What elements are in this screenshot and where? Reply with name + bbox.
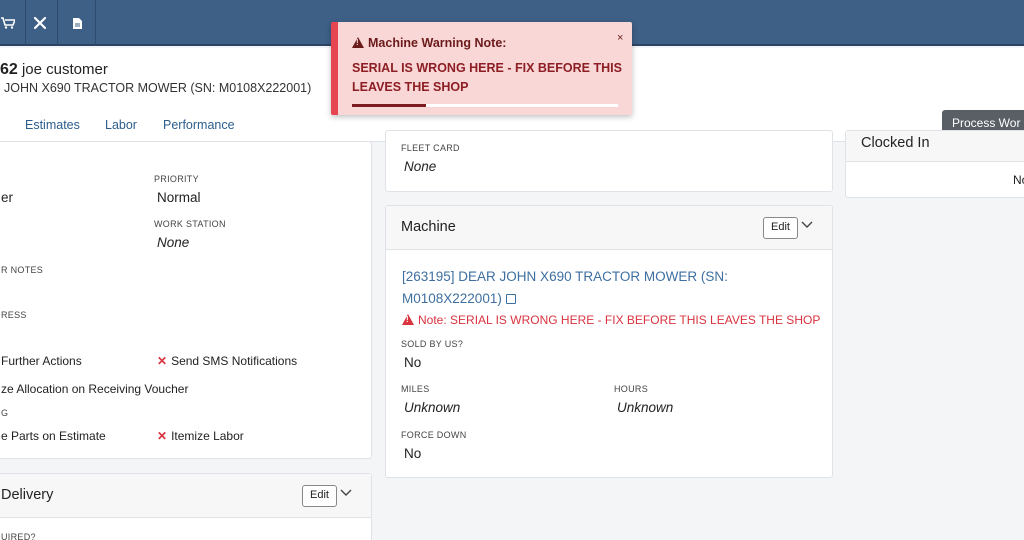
toast-progress-bar bbox=[352, 104, 618, 107]
close-icon[interactable]: × bbox=[617, 32, 623, 44]
priority-value: Normal bbox=[157, 190, 201, 205]
delivery-card: Delivery Edit UIRED? bbox=[0, 473, 372, 540]
details-card: er PRIORITY Normal WORK STATION None R N… bbox=[0, 141, 372, 459]
clocked-in-header: Clocked In bbox=[846, 131, 1024, 162]
machine-subtitle: JOHN X690 TRACTOR MOWER (SN: M0108X22200… bbox=[4, 81, 312, 95]
fleet-card-label: FLEET CARD bbox=[401, 143, 460, 153]
wo-number: 62 bbox=[0, 61, 18, 78]
fleet-card: FLEET CARD None bbox=[385, 130, 833, 192]
hours-value: Unknown bbox=[617, 400, 674, 415]
clocked-in-card: Clocked In No bbox=[845, 130, 1024, 198]
itemize-labor-option: ✕ Itemize Labor bbox=[157, 429, 244, 443]
work-station-value: None bbox=[157, 235, 190, 250]
force-down-value: No bbox=[404, 446, 422, 461]
x-icon: ✕ bbox=[157, 354, 168, 368]
address-label: RESS bbox=[1, 310, 27, 320]
hours-label: HOURS bbox=[614, 384, 649, 394]
x-icon: ✕ bbox=[157, 429, 168, 443]
fleet-card-value: None bbox=[404, 159, 437, 174]
clocked-in-value: No bbox=[1013, 173, 1024, 187]
chevron-down-icon[interactable] bbox=[801, 218, 815, 232]
machine-edit-button[interactable]: Edit bbox=[763, 217, 798, 239]
sold-by-us-value: No bbox=[404, 355, 422, 370]
machine-card: Machine Edit [263195] DEAR JOHN X690 TRA… bbox=[385, 205, 833, 478]
miles-label: MILES bbox=[401, 384, 430, 394]
send-sms-option: ✕ Send SMS Notifications bbox=[157, 354, 298, 368]
detail-left-value: er bbox=[1, 190, 14, 205]
delivery-title: Delivery bbox=[1, 487, 54, 503]
required-label: UIRED? bbox=[1, 532, 36, 540]
delivery-card-header: Delivery Edit bbox=[0, 474, 371, 518]
further-actions-option: Further Actions bbox=[1, 354, 82, 368]
allocation-option: ze Allocation on Receiving Voucher bbox=[1, 382, 189, 396]
clocked-in-title: Clocked In bbox=[861, 135, 930, 151]
warning-icon bbox=[402, 314, 414, 325]
tab-performance[interactable]: Performance bbox=[163, 118, 235, 132]
document-icon[interactable] bbox=[60, 0, 96, 46]
delivery-edit-button[interactable]: Edit bbox=[302, 485, 337, 507]
chevron-down-icon[interactable] bbox=[340, 486, 354, 500]
page-title: 62 joe customer bbox=[0, 61, 108, 79]
toast-title: Machine Warning Note: bbox=[352, 36, 506, 50]
priority-label: PRIORITY bbox=[154, 174, 199, 184]
machine-link[interactable]: [263195] DEAR JOHN X690 TRACTOR MOWER (S… bbox=[402, 266, 782, 310]
machine-note: Note: SERIAL IS WRONG HERE - FIX BEFORE … bbox=[402, 313, 820, 327]
sold-by-us-label: SOLD BY US? bbox=[401, 339, 464, 349]
force-down-label: FORCE DOWN bbox=[401, 430, 467, 440]
machine-card-header: Machine Edit bbox=[386, 206, 832, 250]
machine-warning-toast: Machine Warning Note: × SERIAL IS WRONG … bbox=[331, 22, 632, 115]
tools-icon[interactable] bbox=[22, 0, 58, 46]
machine-title: Machine bbox=[401, 219, 456, 235]
work-station-label: WORK STATION bbox=[154, 219, 226, 229]
parts-estimate-option: e Parts on Estimate bbox=[1, 429, 106, 443]
g-label: G bbox=[1, 408, 9, 418]
toast-message: SERIAL IS WRONG HERE - FIX BEFORE THIS L… bbox=[352, 61, 622, 94]
toast-progress-fill bbox=[352, 104, 427, 107]
notes-label: R NOTES bbox=[1, 265, 44, 275]
miles-value: Unknown bbox=[404, 400, 461, 415]
tab-labor[interactable]: Labor bbox=[105, 118, 137, 132]
external-link-icon bbox=[505, 294, 516, 304]
tab-estimates[interactable]: Estimates bbox=[25, 118, 80, 132]
customer-name: joe customer bbox=[21, 61, 108, 78]
warning-icon bbox=[352, 37, 364, 48]
